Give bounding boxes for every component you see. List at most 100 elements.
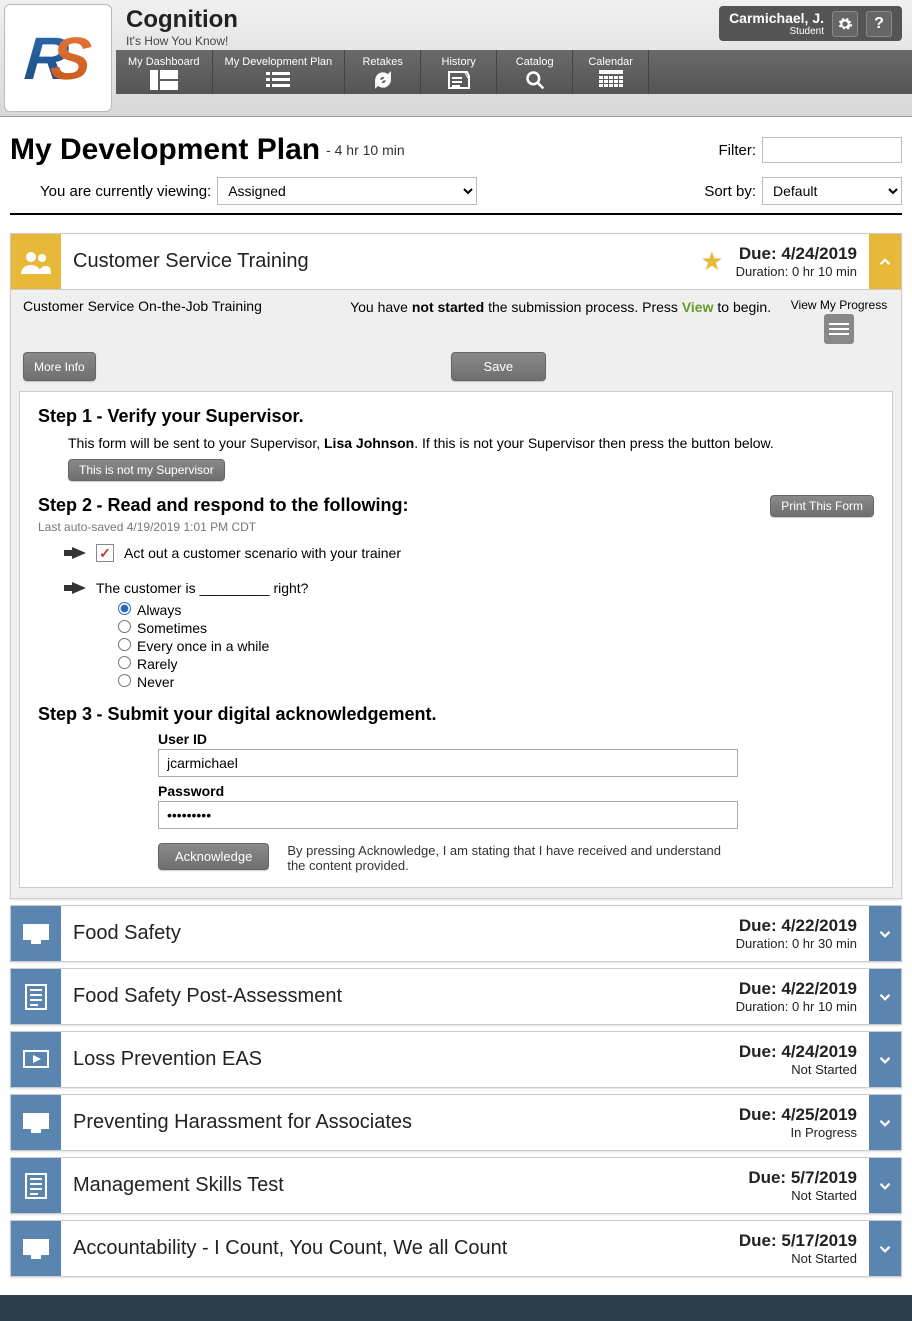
- expand-button[interactable]: [869, 969, 901, 1024]
- course-meta: Due: 4/22/2019Duration: 0 hr 30 min: [736, 916, 857, 951]
- userid-input[interactable]: [158, 749, 738, 777]
- nav-tab-catalog[interactable]: Catalog: [497, 50, 573, 94]
- viewing-select[interactable]: Assigned: [217, 177, 477, 205]
- view-progress[interactable]: View My Progress: [789, 298, 889, 344]
- course-body: Food Safety Post-AssessmentDue: 4/22/201…: [61, 969, 869, 1024]
- header: RS Cognition It's How You Know! Carmicha…: [0, 0, 912, 117]
- course-icon: [11, 1095, 61, 1150]
- course-meta: Due: 4/25/2019In Progress: [739, 1105, 857, 1140]
- panel-status: You have not started the submission proc…: [344, 298, 777, 318]
- course-body: Customer Service Training ★ Due: 4/24/20…: [61, 234, 869, 289]
- radio-input-0[interactable]: [118, 602, 131, 615]
- course-due: Due: 4/22/2019: [736, 979, 857, 999]
- radio-input-1[interactable]: [118, 620, 131, 633]
- course-row: Management Skills TestDue: 5/7/2019Not S…: [10, 1157, 902, 1214]
- course-icon: [11, 906, 61, 961]
- radio-label: Always: [137, 602, 181, 618]
- expand-button[interactable]: [869, 1221, 901, 1276]
- step2-sub: - Read and respond to the following:: [96, 495, 408, 515]
- star-icon[interactable]: ★: [700, 246, 723, 277]
- course-icon: [11, 969, 61, 1024]
- status-view: View: [682, 299, 714, 315]
- radio-label: Sometimes: [137, 620, 207, 636]
- course-meta: Due: 4/24/2019Not Started: [739, 1042, 857, 1077]
- acknowledge-button[interactable]: Acknowledge: [158, 843, 269, 870]
- save-button[interactable]: Save: [451, 352, 547, 381]
- expand-button[interactable]: [869, 1158, 901, 1213]
- step1: Step 1 - Verify your Supervisor. This fo…: [38, 406, 874, 481]
- panel-buttons: More Info Save: [11, 352, 901, 391]
- check-row-1: ✓ Act out a customer scenario with your …: [72, 544, 874, 562]
- course-meta: Due: 5/7/2019Not Started: [748, 1168, 857, 1203]
- ack-row: Acknowledge By pressing Acknowledge, I a…: [158, 843, 738, 873]
- course-due: Due: 4/25/2019: [739, 1105, 857, 1125]
- course-meta: Due: 5/17/2019Not Started: [739, 1231, 857, 1266]
- radio-list: Always Sometimes Every once in a while R…: [118, 602, 874, 690]
- course-meta: Due: 4/24/2019 Duration: 0 hr 10 min: [736, 244, 857, 279]
- checkbox-1[interactable]: ✓: [96, 544, 114, 562]
- view-progress-label: View My Progress: [789, 298, 889, 312]
- calendar-icon: [599, 70, 623, 90]
- radio-option-2[interactable]: Every once in a while: [118, 638, 874, 654]
- list-icon: [266, 70, 290, 90]
- user-name: Carmichael, J.: [729, 10, 824, 26]
- step2: Print This Form Step 2 - Read and respon…: [38, 495, 874, 690]
- radio-option-1[interactable]: Sometimes: [118, 620, 874, 636]
- course-body: Loss Prevention EASDue: 4/24/2019Not Sta…: [61, 1032, 869, 1087]
- print-form-button[interactable]: Print This Form: [770, 495, 874, 517]
- course-status: Not Started: [739, 1251, 857, 1266]
- nav-tab-calendar[interactable]: Calendar: [573, 50, 649, 94]
- course-icon: [11, 1158, 61, 1213]
- userid-label: User ID: [158, 731, 738, 747]
- nav-tab-retakes[interactable]: Retakes: [345, 50, 421, 94]
- course-meta: Due: 4/22/2019Duration: 0 hr 10 min: [736, 979, 857, 1014]
- page-duration: - 4 hr 10 min: [326, 142, 405, 158]
- course-title: Loss Prevention EAS: [73, 1048, 739, 1071]
- course-row: Food SafetyDue: 4/22/2019Duration: 0 hr …: [10, 905, 902, 962]
- radio-input-2[interactable]: [118, 638, 131, 651]
- nav-tab-devplan[interactable]: My Development Plan: [213, 50, 346, 94]
- radio-option-4[interactable]: Never: [118, 674, 874, 690]
- chevron-down-icon: [876, 1114, 894, 1132]
- expand-button[interactable]: [869, 1032, 901, 1087]
- course-body: Accountability - I Count, You Count, We …: [61, 1221, 869, 1276]
- filter-row: You are currently viewing: Assigned Sort…: [10, 177, 902, 205]
- chevron-down-icon: [876, 1177, 894, 1195]
- search-icon: [524, 70, 546, 90]
- nav-tab-dashboard[interactable]: My Dashboard: [116, 50, 213, 94]
- course-status: Not Started: [739, 1062, 857, 1077]
- step1-text-a: This form will be sent to your Superviso…: [68, 435, 324, 451]
- question-row: The customer is _________ right?: [72, 580, 874, 596]
- form-card: Step 1 - Verify your Supervisor. This fo…: [19, 391, 893, 888]
- expand-button[interactable]: [869, 1095, 901, 1150]
- chevron-down-icon: [876, 1240, 894, 1258]
- nav-tab-history[interactable]: History: [421, 50, 497, 94]
- password-input[interactable]: [158, 801, 738, 829]
- radio-input-4[interactable]: [118, 674, 131, 687]
- step1-title: Step 1: [38, 406, 92, 426]
- more-info-button[interactable]: More Info: [23, 352, 96, 381]
- step1-text: This form will be sent to your Superviso…: [68, 435, 874, 451]
- nav-label: Calendar: [588, 56, 633, 68]
- expand-button[interactable]: [869, 906, 901, 961]
- radio-option-3[interactable]: Rarely: [118, 656, 874, 672]
- settings-button[interactable]: [832, 11, 858, 37]
- filter-input[interactable]: [762, 137, 902, 163]
- radio-input-3[interactable]: [118, 656, 131, 669]
- collapse-button[interactable]: [869, 234, 901, 289]
- app-root: RS Cognition It's How You Know! Carmicha…: [0, 0, 912, 1295]
- step3-title: Step 3: [38, 704, 92, 724]
- sort-select[interactable]: Default: [762, 177, 902, 205]
- not-supervisor-button[interactable]: This is not my Supervisor: [68, 459, 225, 481]
- step3: Step 3 - Submit your digital acknowledge…: [38, 704, 874, 873]
- course-title: Customer Service Training: [73, 250, 700, 273]
- logo: RS: [4, 4, 112, 112]
- radio-option-0[interactable]: Always: [118, 602, 874, 618]
- question-text: The customer is _________ right?: [96, 580, 308, 596]
- course-title: Preventing Harassment for Associates: [73, 1111, 739, 1134]
- course-title: Food Safety: [73, 922, 736, 945]
- supervisor-name: Lisa Johnson: [324, 435, 414, 451]
- help-button[interactable]: ?: [866, 11, 892, 37]
- status-bold: not started: [412, 299, 484, 315]
- sort-label: Sort by:: [704, 183, 756, 200]
